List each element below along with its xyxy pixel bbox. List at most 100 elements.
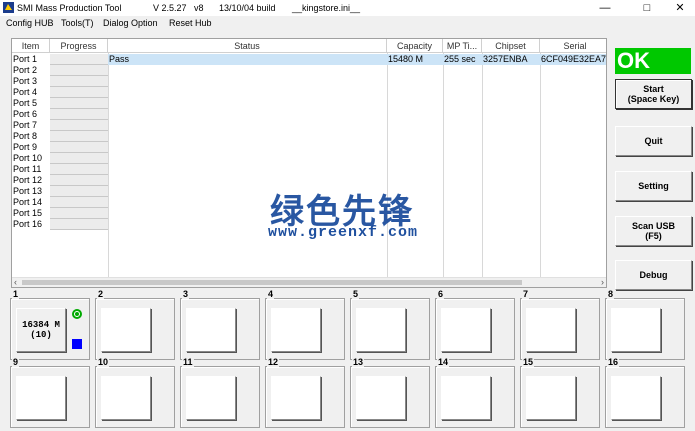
table-row[interactable]: Port 4 xyxy=(12,87,606,98)
port-number: 6 xyxy=(437,289,445,299)
setting-button[interactable]: Setting xyxy=(615,171,692,201)
item-cell: Port 15 xyxy=(13,208,43,218)
port-box: 16 xyxy=(605,357,685,428)
port-button[interactable] xyxy=(101,308,151,352)
port-button[interactable] xyxy=(441,308,491,352)
item-cell: Port 16 xyxy=(13,219,43,229)
scroll-left-icon[interactable]: ‹ xyxy=(14,277,17,287)
table-row[interactable]: Port 10 xyxy=(12,153,606,164)
port-button[interactable] xyxy=(356,308,406,352)
chipset-cell: 3257ENBA xyxy=(483,54,528,64)
status-cell: Pass xyxy=(109,54,130,64)
status-square-icon xyxy=(72,339,82,349)
progress-cell xyxy=(50,186,108,197)
port-number: 15 xyxy=(522,357,535,367)
watermark-url: www.greenxf.com xyxy=(268,224,419,241)
column-header-capacity[interactable]: Capacity xyxy=(387,39,443,53)
port-box: 5 xyxy=(350,289,430,360)
port-number: 14 xyxy=(437,357,450,367)
port-button[interactable] xyxy=(16,376,66,420)
mp-time-cell: 255 sec xyxy=(444,54,476,64)
item-cell: Port 3 xyxy=(13,76,38,86)
column-header-progress[interactable]: Progress xyxy=(50,39,108,53)
port-button[interactable]: 16384 M (10) xyxy=(16,308,66,352)
table-row[interactable]: Port 9 xyxy=(12,142,606,153)
port-number: 7 xyxy=(522,289,530,299)
item-cell: Port 1 xyxy=(13,54,38,64)
serial-cell: 6CF049E32EA7 xyxy=(541,54,607,64)
port-button[interactable] xyxy=(526,308,576,352)
column-header-item[interactable]: Item xyxy=(12,39,50,53)
port-button[interactable] xyxy=(186,308,236,352)
table-row[interactable]: Port 5 xyxy=(12,98,606,109)
item-cell: Port 10 xyxy=(13,153,43,163)
port-button[interactable] xyxy=(101,376,151,420)
quit-button[interactable]: Quit xyxy=(615,126,692,156)
table-row[interactable]: Port 7 xyxy=(12,120,606,131)
app-icon xyxy=(3,2,14,13)
port-box: 13 xyxy=(350,357,430,428)
port-button[interactable] xyxy=(611,308,661,352)
version-label: V 2.5.27 v8 xyxy=(153,3,204,13)
table-row[interactable]: Port 3 xyxy=(12,76,606,87)
column-header-serial[interactable]: Serial xyxy=(540,39,606,53)
maximize-icon[interactable]: □ xyxy=(632,0,662,16)
table-row[interactable]: Port 8 xyxy=(12,131,606,142)
port-number: 5 xyxy=(352,289,360,299)
progress-cell xyxy=(50,98,108,109)
column-header-chipset[interactable]: Chipset xyxy=(482,39,540,53)
debug-button[interactable]: Debug xyxy=(615,260,692,290)
item-cell: Port 12 xyxy=(13,175,43,185)
scroll-right-icon[interactable]: › xyxy=(601,277,604,287)
port-list-table[interactable]: Item Progress Status Capacity MP Ti... C… xyxy=(11,38,607,288)
port-button[interactable] xyxy=(186,376,236,420)
scrollbar-thumb[interactable] xyxy=(22,280,522,285)
port-button[interactable] xyxy=(356,376,406,420)
port-button[interactable] xyxy=(441,376,491,420)
menu-dialog-option[interactable]: Dialog Option xyxy=(103,18,158,28)
item-cell: Port 11 xyxy=(13,164,42,174)
progress-cell xyxy=(50,54,108,65)
item-cell: Port 2 xyxy=(13,65,38,75)
item-cell: Port 14 xyxy=(13,197,43,207)
column-header-mp-time[interactable]: MP Ti... xyxy=(443,39,482,53)
table-row[interactable]: Port 1 Pass 15480 M 255 sec 3257ENBA 6CF049E3… xyxy=(12,54,607,65)
table-row[interactable]: Port 6 xyxy=(12,109,606,120)
menu-reset-hub[interactable]: Reset Hub xyxy=(169,18,212,28)
progress-cell xyxy=(50,109,108,120)
port-button[interactable] xyxy=(271,376,321,420)
port-box: 9 xyxy=(10,357,90,428)
port-button[interactable] xyxy=(271,308,321,352)
close-icon[interactable]: ✕ xyxy=(665,0,695,16)
item-cell: Port 4 xyxy=(13,87,38,97)
table-row[interactable]: Port 2 xyxy=(12,65,606,76)
item-cell: Port 8 xyxy=(13,131,38,141)
port-number: 12 xyxy=(267,357,280,367)
menu-tools[interactable]: Tools(T) xyxy=(61,18,94,28)
table-row[interactable]: Port 11 xyxy=(12,164,606,175)
progress-cell xyxy=(50,120,108,131)
port-count: (10) xyxy=(30,330,52,340)
port-box: 8 xyxy=(605,289,685,360)
horizontal-scrollbar[interactable]: ‹ › xyxy=(12,277,606,287)
title-bar: SMI Mass Production Tool V 2.5.27 v8 13/… xyxy=(0,0,695,16)
port-box: 10 xyxy=(95,357,175,428)
minimize-icon[interactable]: — xyxy=(590,0,620,16)
menu-config-hub[interactable]: Config HUB xyxy=(6,18,54,28)
port-button[interactable] xyxy=(526,376,576,420)
port-number: 2 xyxy=(97,289,105,299)
window-title: SMI Mass Production Tool xyxy=(17,3,122,13)
start-button[interactable]: Start (Space Key) xyxy=(615,79,692,109)
port-box: 3 xyxy=(180,289,260,360)
scan-usb-button[interactable]: Scan USB (F5) xyxy=(615,216,692,246)
item-cell: Port 9 xyxy=(13,142,38,152)
progress-cell xyxy=(50,76,108,87)
progress-cell xyxy=(50,131,108,142)
progress-cell xyxy=(50,87,108,98)
progress-cell xyxy=(50,208,108,219)
column-header-status[interactable]: Status xyxy=(108,39,387,53)
port-box: 15 xyxy=(520,357,600,428)
item-cell: Port 6 xyxy=(13,109,38,119)
port-button[interactable] xyxy=(611,376,661,420)
port-box: 14 xyxy=(435,357,515,428)
